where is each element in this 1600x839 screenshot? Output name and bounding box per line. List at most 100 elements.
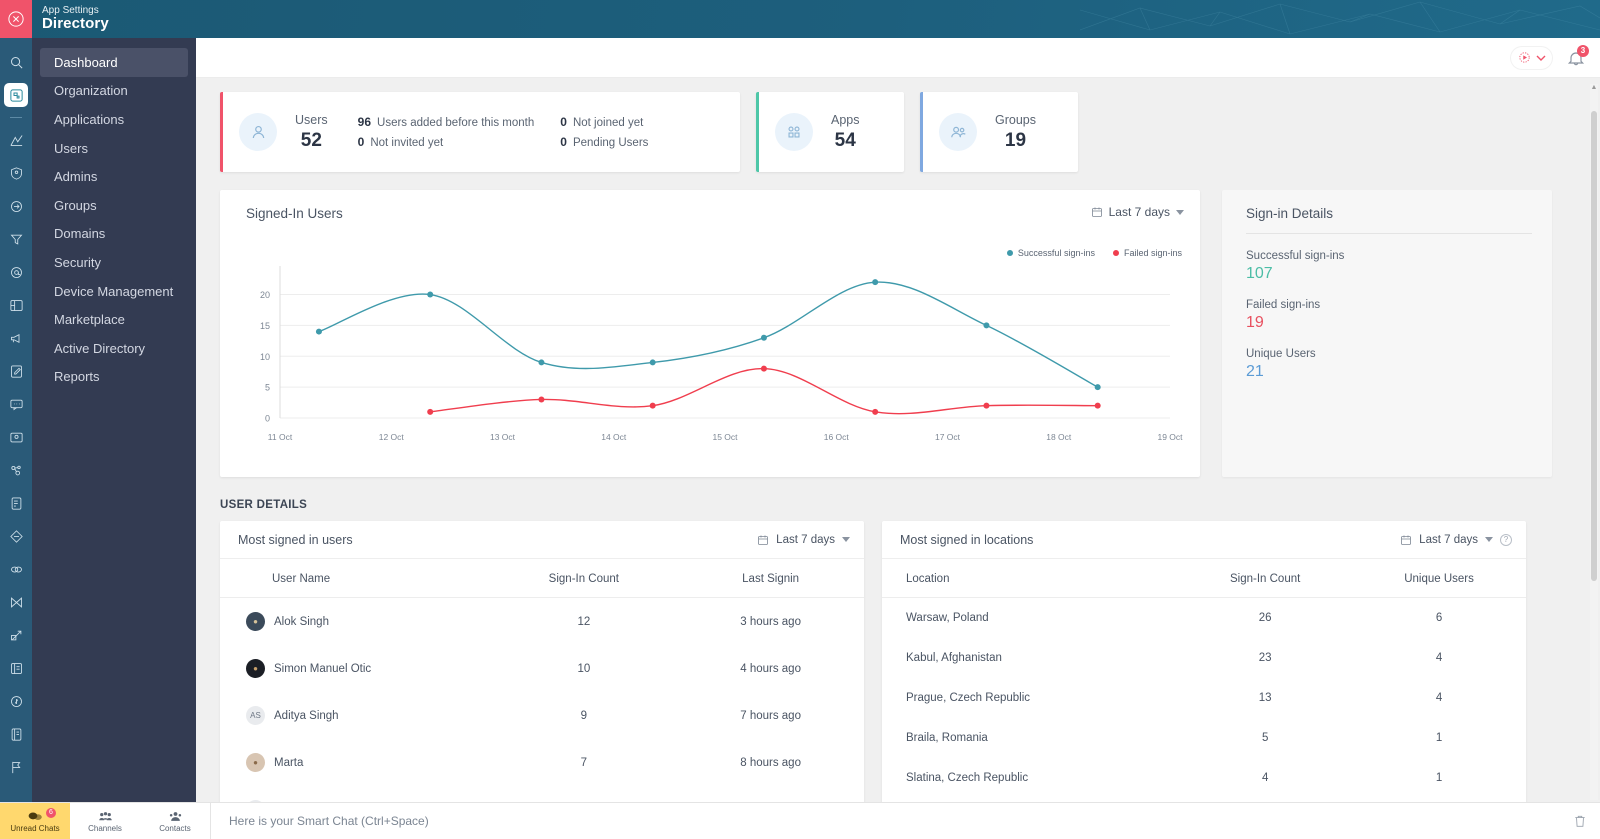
avatar: ●: [246, 659, 265, 678]
sidebar-item-security[interactable]: Security: [40, 248, 188, 277]
legend-dot: [1112, 250, 1119, 256]
funnel-icon[interactable]: [0, 223, 32, 256]
analytics-icon[interactable]: [0, 124, 32, 157]
sidebar-item-domains[interactable]: Domains: [40, 220, 188, 249]
channels-icon: [98, 811, 112, 820]
flag-icon[interactable]: [0, 751, 32, 784]
smart-chat-input[interactable]: Here is your Smart Chat (Ctrl+Space): [210, 802, 1560, 839]
book-icon[interactable]: [0, 652, 32, 685]
substat-label: Not invited yet: [370, 137, 444, 149]
sign-in-count: 7: [580, 756, 588, 769]
last-signin: 7 hours ago: [740, 709, 801, 722]
stat-card-users[interactable]: Users 52 96 Users added before this month…: [220, 92, 740, 172]
record-button[interactable]: [1511, 46, 1552, 69]
notifications-button[interactable]: 3: [1566, 44, 1589, 68]
avatar: AS: [246, 706, 265, 725]
table-row[interactable]: AS Aditya Singh 9 7 hours ago: [220, 692, 864, 739]
main-header: 3: [196, 38, 1600, 78]
sidebar-item-label: Security: [54, 254, 101, 270]
table-row[interactable]: ● Marta 7 8 hours ago: [220, 739, 864, 786]
chart-date-range-select[interactable]: Last 7 days: [1091, 205, 1184, 219]
compass-icon[interactable]: [0, 685, 32, 718]
sidebar-item-label: Dashboard: [54, 54, 118, 70]
top-banner: App Settings Directory: [0, 0, 1600, 38]
table-row[interactable]: ● Alok Singh 12 3 hours ago: [220, 598, 864, 646]
sidebar-item-reports[interactable]: Reports: [40, 363, 188, 392]
legend-item-successful[interactable]: Successful sign-ins: [1006, 248, 1095, 258]
journal-icon[interactable]: [0, 718, 32, 751]
sync-icon[interactable]: [0, 190, 32, 223]
close-button[interactable]: [0, 0, 32, 38]
table-row[interactable]: Prague, Czech Republic 13 4: [882, 678, 1526, 718]
chat-icon[interactable]: [0, 388, 32, 421]
tables-row: Most signed in users Last 7 days User Na…: [220, 521, 1586, 802]
legend-item-failed[interactable]: Failed sign-ins: [1112, 248, 1182, 258]
sidebar-item-marketplace[interactable]: Marketplace: [40, 305, 188, 334]
note-edit-icon[interactable]: [0, 355, 32, 388]
kanban-icon[interactable]: [0, 289, 32, 322]
diamond-icon[interactable]: [0, 520, 32, 553]
chart-legend: Successful sign-ins Failed sign-ins: [1006, 248, 1182, 258]
locations-date-range-select[interactable]: Last 7 days: [1400, 534, 1493, 546]
sign-in-count: 4: [1261, 772, 1269, 784]
stat-card-apps[interactable]: Apps 54: [756, 92, 904, 172]
substat-pending: 0 Pending Users: [560, 135, 648, 149]
table-row[interactable]: Braila, Romania 5 1: [882, 718, 1526, 758]
scrollbar-thumb[interactable]: [1591, 111, 1597, 581]
col-unique-users: Unique Users: [1352, 559, 1526, 598]
locations-date-range-label: Last 7 days: [1419, 533, 1478, 546]
sidebar-item-label: Active Directory: [54, 340, 146, 356]
sidebar-item-admins[interactable]: Admins: [40, 162, 188, 191]
sidebar-item-active-directory[interactable]: Active Directory: [40, 334, 188, 363]
at-sign-icon[interactable]: [0, 256, 32, 289]
svg-text:16 Oct: 16 Oct: [824, 432, 850, 442]
table-row[interactable]: Kabul, Afghanistan 23 4: [882, 638, 1526, 678]
sidebar-item-users[interactable]: Users: [40, 134, 188, 163]
groups-label: Groups: [995, 112, 1036, 127]
legend-label: Failed sign-ins: [1123, 248, 1182, 258]
sidebar-item-groups[interactable]: Groups: [40, 191, 188, 220]
main-scrollbar[interactable]: ▲: [1590, 84, 1598, 800]
sign-in-count: 13: [1258, 692, 1272, 704]
locations-table: Location Sign-In Count Unique Users Wars…: [882, 559, 1526, 802]
substat-not-joined: 0 Not joined yet: [560, 115, 648, 129]
users-value: 52: [300, 129, 322, 151]
search-icon[interactable]: [0, 46, 32, 79]
link-icon[interactable]: [0, 553, 32, 586]
mail-icon[interactable]: [0, 421, 32, 454]
sidebar-item-organization[interactable]: Organization: [40, 77, 188, 106]
trash-button[interactable]: [1560, 814, 1600, 828]
directory-app-icon[interactable]: [4, 83, 28, 107]
location-name: Kabul, Afghanistan: [906, 652, 1002, 664]
chevron-down-icon: [1176, 209, 1184, 215]
megaphone-icon[interactable]: [0, 322, 32, 355]
chat-tab-unread[interactable]: 6 Unread Chats: [0, 802, 70, 839]
table-row[interactable]: Warsaw, Poland 26 6: [882, 598, 1526, 639]
unique-users: 4: [1435, 652, 1443, 664]
users-date-range-select[interactable]: Last 7 days: [757, 534, 850, 546]
connections-icon[interactable]: [0, 454, 32, 487]
users-table-title: Most signed in users: [238, 532, 353, 547]
table-row[interactable]: DDDariusz Dabrowski 6 5 hours ago: [220, 786, 864, 802]
legend-dot: [1006, 250, 1013, 256]
stat-card-groups[interactable]: Groups 19: [920, 92, 1078, 172]
substat-label: Not joined yet: [572, 117, 644, 129]
chat-tab-contacts[interactable]: Contacts: [140, 803, 210, 839]
table-row[interactable]: Slatina, Czech Republic 4 1: [882, 758, 1526, 798]
question-mark-icon[interactable]: ?: [1500, 533, 1512, 546]
shield-user-icon[interactable]: [0, 157, 32, 190]
table-row[interactable]: ● Simon Manuel Otic 10 4 hours ago: [220, 645, 864, 692]
chat-tab-label: Unread Chats: [10, 823, 60, 833]
network-icon[interactable]: [0, 586, 32, 619]
scroll-up-arrow[interactable]: ▲: [1590, 84, 1598, 91]
locations-table-header: Most signed in locations Last 7 days ?: [882, 521, 1526, 559]
location-name: Warsaw, Poland: [906, 612, 989, 624]
chat-tab-channels[interactable]: Channels: [70, 803, 140, 839]
single-user-icon: [239, 113, 277, 151]
sidebar-item-dashboard[interactable]: Dashboard: [40, 48, 188, 77]
locations-table-title: Most signed in locations: [900, 532, 1034, 547]
sidebar-item-applications[interactable]: Applications: [40, 105, 188, 134]
document-icon[interactable]: [0, 487, 32, 520]
share-icon[interactable]: [0, 619, 32, 652]
sidebar-item-device-management[interactable]: Device Management: [40, 277, 188, 306]
